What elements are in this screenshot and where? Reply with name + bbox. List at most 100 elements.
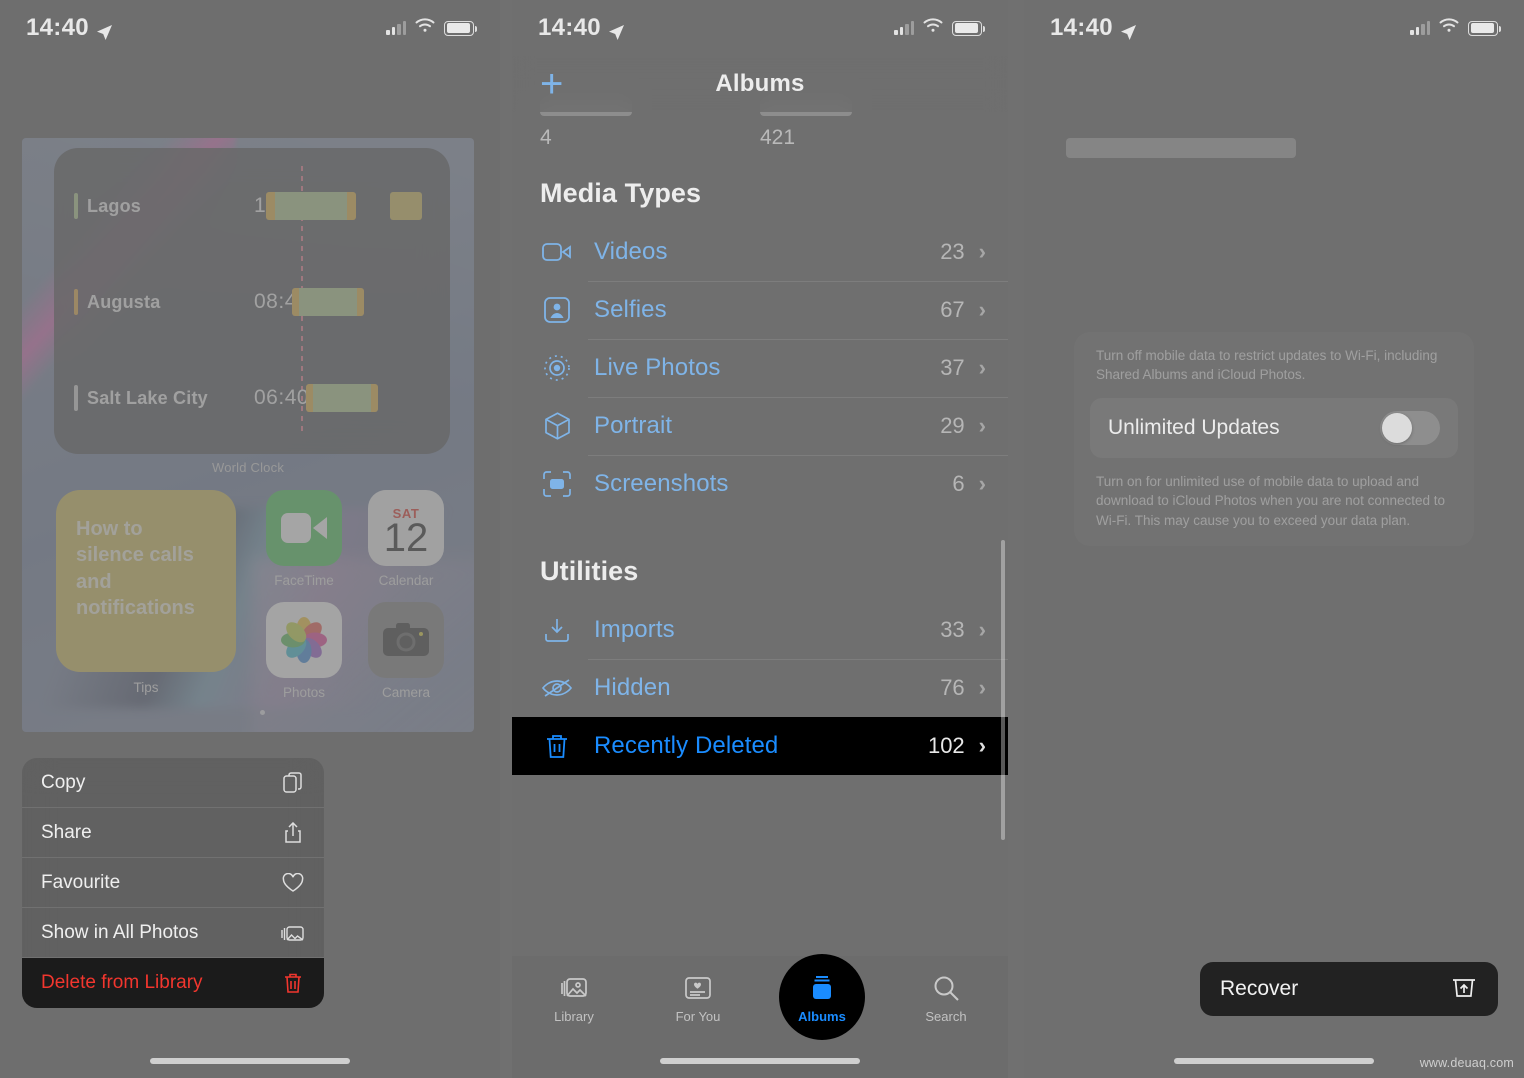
album-row-screenshots[interactable]: Screenshots 6 › (512, 455, 1008, 513)
facetime-icon (266, 490, 342, 566)
app-label: Camera (381, 685, 430, 700)
city-tick-icon (74, 289, 78, 315)
context-menu-item-share[interactable]: Share (22, 808, 324, 858)
album-row-portrait[interactable]: Portrait 29 › (512, 397, 1008, 455)
app-icon-calendar[interactable]: SAT 12 Calendar (368, 490, 444, 588)
world-clock-city: Augusta (87, 291, 161, 312)
context-menu: Copy Share Favourite Show in All Photos … (22, 758, 324, 1008)
album-count: 33 (940, 617, 965, 642)
panel-home-screen: Lagos 14:40 Augusta 08:40 Salt Lake City… (0, 0, 500, 1078)
album-row-selfies[interactable]: Selfies 67 › (512, 281, 1008, 339)
context-menu-label: Show in All Photos (41, 921, 199, 943)
recover-trash-icon (1450, 974, 1478, 1005)
chevron-right-icon: › (978, 733, 986, 758)
settings-card: Turn off mobile data to restrict updates… (1074, 332, 1474, 546)
status-bar-time: 14:40 (538, 14, 601, 41)
album-row-recently-deleted[interactable]: Recently Deleted 102 › (512, 717, 1008, 775)
world-clock-row: Lagos 14:40 (54, 188, 450, 224)
album-row-live-photos[interactable]: Live Photos 37 › (512, 339, 1008, 397)
partial-row-count: 4 (540, 126, 552, 149)
home-indicator[interactable] (1174, 1058, 1374, 1064)
status-bar-left: 14:40 (538, 14, 625, 42)
app-icon-facetime[interactable]: FaceTime (266, 490, 342, 588)
tab-list: Library For You Albums Search (512, 954, 1008, 1040)
context-menu-label: Copy (41, 771, 86, 793)
status-bar-left: 14:40 (1050, 14, 1137, 42)
chevron-right-icon: › (978, 675, 986, 700)
album-row-videos[interactable]: Videos 23 › (512, 223, 1008, 281)
tab-library[interactable]: Library (512, 956, 636, 1040)
album-count: 67 (940, 297, 965, 322)
cellular-signal-icon (1410, 21, 1430, 35)
recover-button-label: Recover (1220, 977, 1299, 1000)
tab-albums[interactable]: Albums (760, 954, 884, 1040)
album-row-imports[interactable]: Imports 33 › (512, 601, 1008, 659)
for-you-icon (683, 973, 713, 1003)
world-clock-widget[interactable]: Lagos 14:40 Augusta 08:40 Salt Lake City… (54, 148, 450, 454)
status-bar-right (894, 18, 985, 38)
album-label: Screenshots (594, 470, 729, 497)
world-clock-row: Salt Lake City 06:40 (54, 380, 450, 416)
library-icon (559, 973, 589, 1003)
settings-screen: Turn off mobile data to restrict updates… (1024, 0, 1524, 1078)
panel-photos-albums: 4 421 Media Types Videos 23 › Selfies 67… (512, 0, 1008, 1078)
location-arrow-icon (96, 20, 113, 40)
context-menu-item-copy[interactable]: Copy (22, 758, 324, 808)
trash-icon (540, 729, 574, 763)
trash-icon (281, 971, 305, 995)
toggle-knob (1382, 413, 1412, 444)
tab-label: For You (675, 1008, 721, 1024)
context-menu-item-favourite[interactable]: Favourite (22, 858, 324, 908)
app-icon-camera[interactable]: Camera (368, 602, 444, 700)
cellular-signal-icon (386, 21, 406, 35)
status-bar-time: 14:40 (1050, 14, 1113, 41)
section-utilities: Utilities Imports 33 › Hidden 76 › Recen… (512, 556, 1008, 775)
location-arrow-icon (1120, 20, 1137, 40)
section-media-types: Media Types Videos 23 › Selfies 67 › Liv… (512, 178, 1008, 513)
status-bar: 14:40 (0, 0, 500, 56)
battery-icon (952, 20, 985, 36)
chevron-right-icon: › (978, 617, 986, 642)
page-title: Albums (715, 70, 805, 97)
context-menu-label: Favourite (41, 871, 121, 893)
tab-search[interactable]: Search (884, 956, 1008, 1040)
daylight-bar (292, 288, 364, 316)
unlimited-updates-row[interactable]: Unlimited Updates (1090, 398, 1458, 459)
vertical-scrollbar[interactable] (1001, 540, 1005, 840)
tab-label: Search (925, 1008, 967, 1024)
navigation-bar: + Albums (512, 56, 1008, 112)
home-indicator[interactable] (150, 1058, 350, 1064)
status-bar: 14:40 (512, 0, 1008, 56)
wifi-icon (1439, 18, 1459, 38)
home-indicator[interactable] (660, 1058, 860, 1064)
app-icon-photos[interactable]: Photos (266, 602, 342, 700)
daylight-bar (306, 384, 378, 412)
city-tick-icon (74, 385, 78, 411)
share-icon (281, 821, 305, 845)
add-album-button[interactable]: + (540, 64, 563, 104)
tips-widget[interactable]: How to silence calls and notifications (56, 490, 236, 672)
world-clock-city: Lagos (87, 195, 142, 216)
cube-icon (540, 409, 574, 443)
world-clock-time: 06:40 (254, 386, 310, 409)
context-menu-item-show-in-all-photos[interactable]: Show in All Photos (22, 908, 324, 958)
section-header: Media Types (540, 178, 702, 208)
album-row-hidden[interactable]: Hidden 76 › (512, 659, 1008, 717)
calendar-day-number: 12 (383, 515, 429, 560)
tab-for-you[interactable]: For You (636, 956, 760, 1040)
status-bar-time: 14:40 (26, 14, 89, 41)
photos-stack-icon (281, 921, 305, 945)
world-clock-widget-label: World Clock (211, 460, 285, 475)
world-clock-row: Augusta 08:40 (54, 284, 450, 320)
unlimited-updates-toggle[interactable] (1380, 411, 1440, 446)
chevron-right-icon: › (978, 239, 986, 264)
context-menu-item-delete-from-library[interactable]: Delete from Library (22, 958, 324, 1008)
recover-button[interactable]: Recover (1200, 962, 1498, 1016)
site-watermark: www.deuaq.com (1419, 1056, 1514, 1070)
album-count: 76 (940, 675, 965, 700)
status-bar-left: 14:40 (26, 14, 113, 42)
ios-home-screen: Lagos 14:40 Augusta 08:40 Salt Lake City… (22, 138, 474, 732)
blurred-heading-placeholder (1066, 138, 1296, 158)
albums-scroll-area[interactable]: 4 421 Media Types Videos 23 › Selfies 67… (512, 100, 1008, 956)
album-count: 6 (952, 471, 965, 496)
